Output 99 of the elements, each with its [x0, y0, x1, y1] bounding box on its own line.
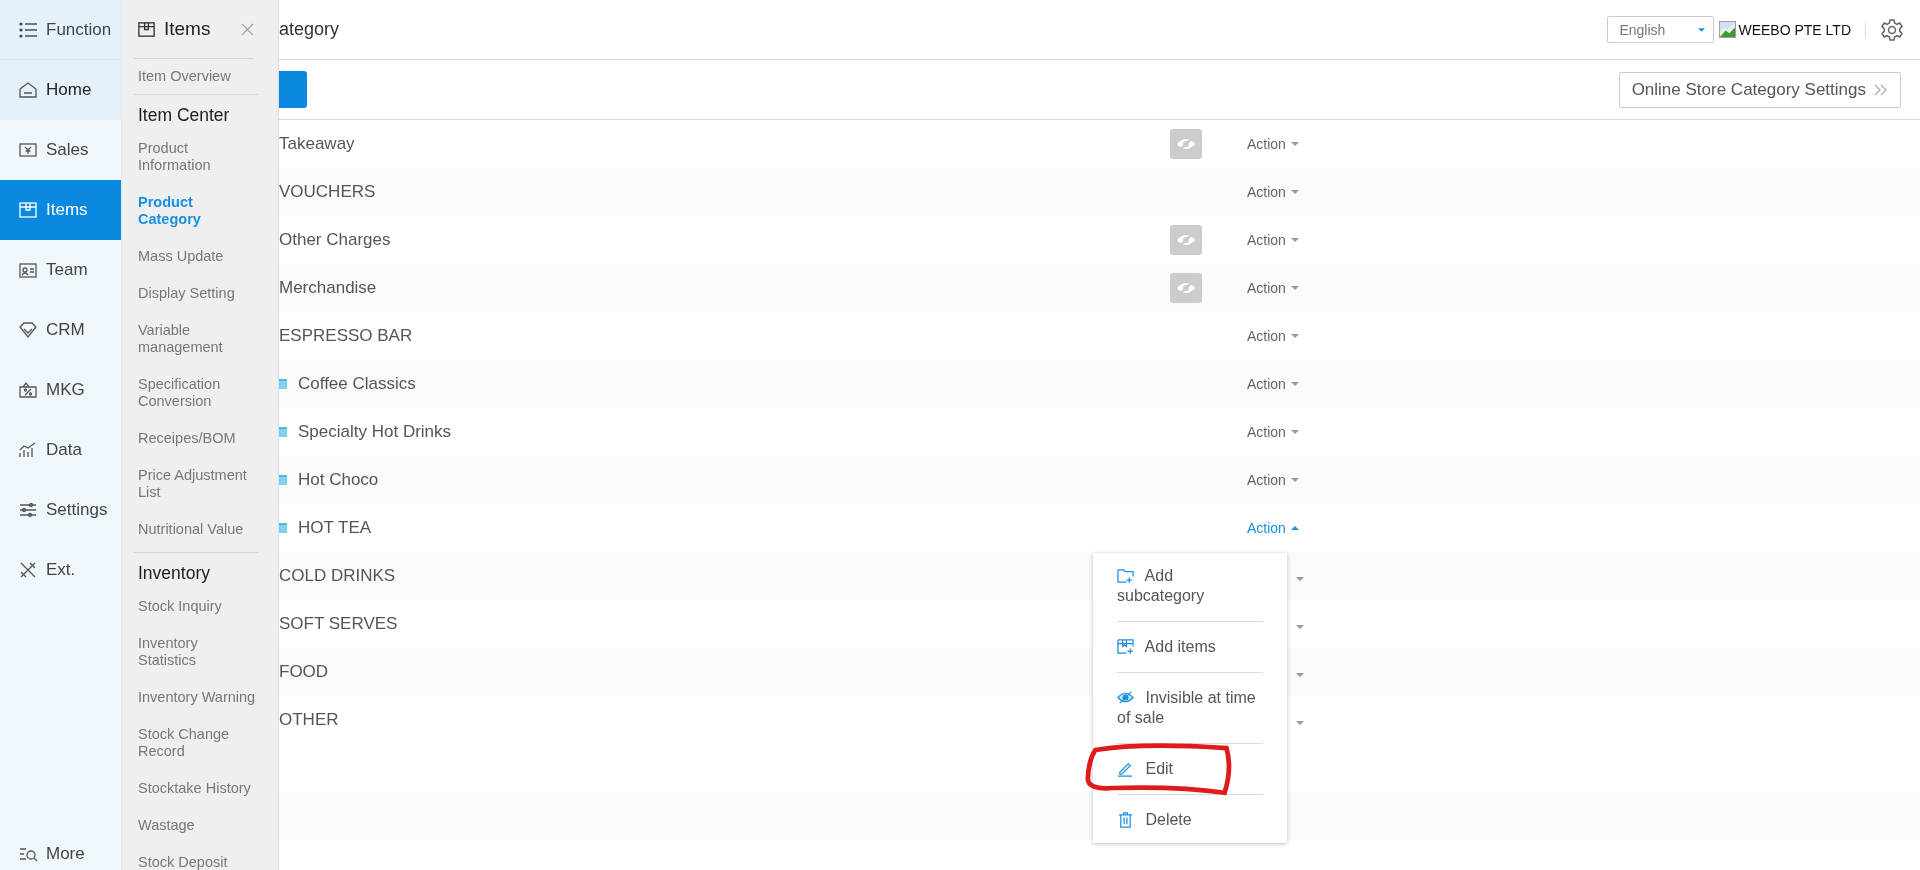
action-dropdown[interactable]: Action: [1247, 472, 1299, 488]
pencil-icon: [1117, 760, 1134, 777]
double-chevron-icon: [1874, 83, 1888, 96]
action-dropdown[interactable]: Action: [1247, 520, 1299, 536]
menu-link[interactable]: Stock Deposit: [134, 844, 258, 870]
nav-item[interactable]: MKG: [0, 360, 121, 420]
menu-item[interactable]: Edit: [1093, 746, 1287, 792]
folder-icon: [279, 379, 287, 389]
action-dropdown[interactable]: Action: [1247, 136, 1299, 152]
category-name: Takeaway: [279, 134, 355, 154]
nav-item[interactable]: Data: [0, 420, 121, 480]
nav-item[interactable]: Home: [0, 60, 121, 120]
caret-icon[interactable]: [1296, 625, 1304, 629]
menu-link[interactable]: Display Setting: [134, 275, 258, 312]
menu-link[interactable]: Price Adjustment List: [134, 457, 258, 511]
category-name: OTHER: [279, 710, 339, 730]
caret-icon: [1290, 478, 1299, 482]
nav-item[interactable]: Settings: [0, 480, 121, 540]
company-name: WEEBO PTE LTD: [1738, 21, 1851, 38]
action-dropdown[interactable]: Action: [1247, 184, 1299, 200]
caret-icon: [1290, 286, 1299, 290]
subcategory-name: Specialty Hot Drinks: [298, 422, 452, 442]
nav-item[interactable]: Ext.: [0, 540, 121, 600]
caret-icon: [1290, 238, 1299, 242]
function-header[interactable]: Function: [0, 0, 121, 60]
chart-icon: [18, 440, 38, 460]
settings-icon[interactable]: [1880, 17, 1904, 42]
house-icon: [18, 80, 38, 100]
menu-link[interactable]: Nutritional Value: [134, 511, 258, 548]
action-dropdown[interactable]: Action: [1247, 376, 1299, 392]
caret-icon[interactable]: [1296, 577, 1304, 581]
folder-icon: [279, 427, 287, 437]
category-name: SOFT SERVES: [279, 614, 398, 634]
caret-icon: [1290, 190, 1299, 194]
menu-item[interactable]: Delete: [1093, 797, 1287, 843]
menu-link[interactable]: Variable management: [134, 312, 258, 366]
nav-item[interactable]: CRM: [0, 300, 121, 360]
menu-link[interactable]: Specification Conversion: [134, 366, 258, 420]
menu-item[interactable]: Invisible at time of sale: [1093, 675, 1287, 741]
nav-item[interactable]: Items: [0, 180, 121, 240]
caret-icon[interactable]: [1296, 721, 1304, 725]
category-name: Other Charges: [279, 230, 391, 250]
folder-icon: [279, 523, 287, 533]
broken-image-icon: [1719, 21, 1737, 38]
page-title: ategory: [279, 19, 341, 40]
caret-icon: [1290, 334, 1299, 338]
grid-plus-icon: [1117, 638, 1134, 655]
category-name: COLD DRINKS: [279, 566, 396, 586]
caret-icon: [1290, 526, 1299, 530]
caret-icon: [1698, 27, 1706, 32]
menu-link[interactable]: Inventory Statistics: [134, 625, 258, 679]
subcategory-name: Hot Choco: [298, 470, 379, 490]
menu-item[interactable]: Add subcategory: [1093, 553, 1287, 619]
menu-link[interactable]: Stocktake History: [134, 770, 258, 807]
subcategory-name: HOT TEA: [298, 518, 372, 538]
box-icon: [18, 200, 38, 220]
menu-link[interactable]: Inventory Warning: [134, 679, 258, 716]
nav-item[interactable]: Team: [0, 240, 121, 300]
online-store-settings-button[interactable]: Online Store Category Settings: [1618, 71, 1901, 108]
ticket-icon: [18, 380, 38, 400]
subcategory-name: Coffee Classics: [298, 374, 416, 394]
language-select[interactable]: English: [1607, 16, 1715, 43]
category-name: Merchandise: [279, 278, 377, 298]
eye-off-icon: [1117, 689, 1134, 706]
caret-icon[interactable]: [1296, 673, 1304, 677]
menu-link[interactable]: Mass Update: [134, 238, 258, 275]
banknote-icon: [18, 140, 38, 160]
tools-icon: [18, 560, 38, 580]
menu-link[interactable]: Stock Change Record: [134, 716, 258, 770]
folder-icon: [279, 475, 287, 485]
menu-link[interactable]: Receipes/BOM: [134, 420, 258, 457]
action-dropdown[interactable]: Action: [1247, 424, 1299, 440]
caret-icon: [1290, 142, 1299, 146]
category-name: ESPRESSO BAR: [279, 326, 413, 346]
action-dropdown[interactable]: Action: [1247, 232, 1299, 248]
trash-icon: [1117, 811, 1134, 828]
menu-link[interactable]: Product Information: [134, 130, 258, 184]
section-heading: Item Center: [137, 104, 231, 127]
menu-link[interactable]: Item Overview: [134, 59, 258, 95]
box-icon: [137, 19, 156, 39]
menu-link[interactable]: Stock Inquiry: [134, 588, 258, 625]
action-dropdown[interactable]: Action: [1247, 328, 1299, 344]
caret-icon: [1290, 382, 1299, 386]
nav-item[interactable]: Sales: [0, 120, 121, 180]
category-name: FOOD: [279, 662, 329, 682]
caret-icon: [1290, 430, 1299, 434]
action-dropdown[interactable]: Action: [1247, 280, 1299, 296]
more-button[interactable]: More: [0, 823, 121, 870]
menu-link[interactable]: Product Category: [134, 184, 258, 238]
panel-title: Items: [164, 18, 212, 40]
id-card-icon: [18, 260, 38, 280]
menu-link[interactable]: Wastage: [134, 807, 258, 844]
menu-item[interactable]: Add items: [1093, 624, 1287, 670]
section-heading: Inventory: [137, 562, 211, 585]
close-icon[interactable]: [241, 22, 254, 36]
folder-plus-icon: [1117, 567, 1134, 584]
category-name: VOUCHERS: [279, 182, 376, 202]
sliders-icon: [18, 500, 38, 520]
diamond-icon: [18, 320, 38, 340]
